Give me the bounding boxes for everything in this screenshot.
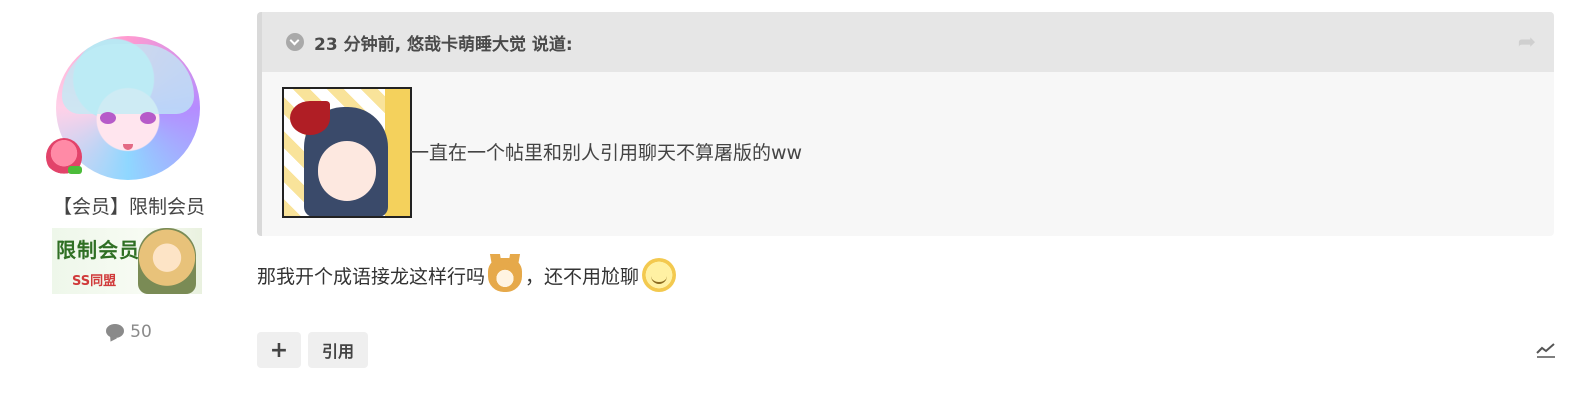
comment-bubble-icon (106, 324, 125, 338)
author-panel: 【会员】限制会员 限制会员 SS同盟 50 (0, 0, 258, 400)
quote-header[interactable]: 23 分钟前, 悠哉卡萌睡大觉 说道: ➦ (262, 12, 1554, 72)
expand-icon[interactable] (286, 33, 304, 51)
user-banner-image: 限制会员 SS同盟 (52, 228, 202, 294)
banner-character (138, 228, 196, 294)
message-text-2: ，还不用尬聊 (525, 265, 640, 288)
user-role: 【会员】限制会员 (52, 196, 205, 218)
quote-text: 一直在一个帖里和别人引用聊天不算屠版的ww (410, 142, 803, 164)
post-count-value: 50 (130, 322, 152, 342)
quote-header-text: 23 分钟前, 悠哉卡萌睡大觉 说道: (314, 34, 573, 55)
level-indicator (68, 166, 82, 174)
doge-emoji-icon (488, 258, 523, 292)
avatar-mouth (123, 144, 133, 150)
avatar-hair (62, 44, 194, 114)
post-count: 50 (0, 322, 258, 342)
message-text-1: 那我开个成语接龙这样行吗 (257, 265, 486, 288)
post-message: 那我开个成语接龙这样行吗 ，还不用尬聊 (257, 258, 679, 292)
add-button[interactable]: + (257, 332, 301, 368)
banner-subtext: SS同盟 (72, 274, 117, 289)
quote-image[interactable] (282, 87, 412, 218)
quote-body: 一直在一个帖里和别人引用聊天不算屠版的ww (262, 72, 1554, 236)
avatar-eye-right (140, 112, 156, 124)
avatar-eye-left (100, 112, 116, 124)
jump-to-quote-icon[interactable]: ➦ (1518, 30, 1536, 55)
quote-block: 23 分钟前, 悠哉卡萌睡大觉 说道: ➦ 一直在一个帖里和别人引用聊天不算屠版… (257, 12, 1554, 236)
quote-button[interactable]: 引用 (308, 332, 368, 368)
quote-image-face (318, 141, 376, 201)
banner-text: 限制会员 (56, 238, 140, 262)
smile-emoji-icon (642, 258, 677, 292)
stats-chart-icon[interactable] (1536, 342, 1556, 358)
rank-badge-icon (46, 138, 82, 176)
quote-image-bow (290, 101, 330, 135)
